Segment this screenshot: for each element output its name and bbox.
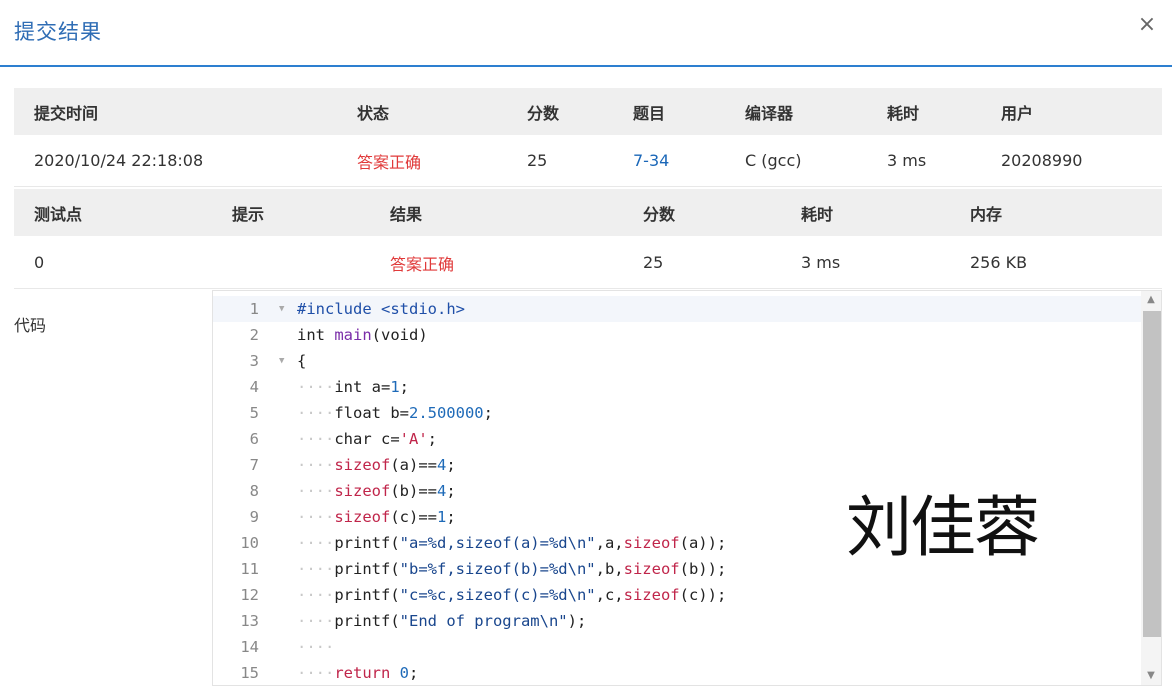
code-text: ····char c='A'; [297,430,437,448]
scrollbar-thumb[interactable] [1143,311,1161,637]
code-text: #include <stdio.h> [297,300,465,318]
line-number: 12 [240,586,259,604]
code-text: { [297,352,307,370]
test-result: 答案正确 [390,254,455,274]
watermark-text: 刘佳蓉 [846,489,1040,566]
code-text: ···· [297,638,335,656]
test-duration: 3 ms [801,253,841,272]
dialog-header: 提交结果 × [0,0,1172,67]
code-label: 代码 [14,316,47,335]
code-line[interactable]: 6 ····char c='A'; [213,426,1141,452]
close-icon[interactable]: × [1136,14,1158,36]
line-number: 4 [249,378,259,396]
col-test-id: 测试点 [34,204,83,224]
user-value: 20208990 [1001,151,1083,170]
line-number: 3 [249,352,259,370]
line-number: 15 [240,664,259,682]
line-number: 8 [249,482,259,500]
col-test-score: 分数 [643,204,676,224]
code-text: ····sizeof(b)==4; [297,482,456,500]
line-number: 6 [249,430,259,448]
code-line[interactable]: 4 ····int a=1; [213,374,1141,400]
code-text: ····sizeof(c)==1; [297,508,456,526]
submission-row: 2020/10/24 22:18:08 答案正确 25 7-34 C (gcc)… [14,135,1162,187]
code-text: ····sizeof(a)==4; [297,456,456,474]
line-number: 14 [240,638,259,656]
line-number: 13 [240,612,259,630]
code-text: ····printf("a=%d,sizeof(a)=%d\n",a,sizeo… [297,534,727,552]
col-result: 结果 [390,204,423,224]
code-line[interactable]: 2 int main(void) [213,322,1141,348]
problem-link[interactable]: 7-34 [633,135,669,186]
test-score: 25 [643,253,664,272]
line-number: 7 [249,456,259,474]
fold-arrow-icon[interactable]: ▼ [279,348,284,374]
code-line[interactable]: 12 ····printf("c=%c,sizeof(c)=%d\n",c,siz… [213,582,1141,608]
line-number: 5 [249,404,259,422]
line-number: 9 [249,508,259,526]
col-compiler: 编译器 [745,103,794,123]
code-line[interactable]: 1 ▼ #include <stdio.h> [213,296,1141,322]
code-line[interactable]: 13 ····printf("End of program\n"); [213,608,1141,634]
line-number: 2 [249,326,259,344]
compiler-value: C (gcc) [745,151,802,170]
col-submit-time: 提交时间 [34,103,99,123]
col-user: 用户 [1001,103,1034,123]
submit-time: 2020/10/24 22:18:08 [34,151,204,170]
dialog-title: 提交结果 [14,20,102,44]
code-text: ····float b=2.500000; [297,404,493,422]
duration-value: 3 ms [887,151,927,170]
test-memory: 256 KB [970,253,1028,272]
code-line[interactable]: 5 ····float b=2.500000; [213,400,1141,426]
code-line[interactable]: 15 ····return 0; [213,660,1141,685]
code-line[interactable]: 14 ···· [213,634,1141,660]
line-number: 1 [249,300,259,318]
col-problem: 题目 [633,103,666,123]
submission-header-row: 提交时间 状态 分数 题目 编译器 耗时 用户 [14,88,1162,135]
test-row: 0 答案正确 25 3 ms 256 KB [14,237,1162,289]
scroll-up-icon[interactable]: ▲ [1141,291,1161,309]
col-hint: 提示 [232,204,265,224]
col-memory: 内存 [970,204,1003,224]
col-test-duration: 耗时 [801,204,834,224]
line-number: 11 [240,560,259,578]
code-line[interactable]: 3 ▼ { [213,348,1141,374]
status-badge: 答案正确 [357,152,422,172]
line-number: 10 [240,534,259,552]
col-status: 状态 [357,103,390,123]
tests-header-row: 测试点 提示 结果 分数 耗时 内存 [14,189,1162,236]
vertical-scrollbar[interactable]: ▲ ▼ [1141,291,1161,685]
code-text: ····return 0; [297,664,419,682]
code-text: ····int a=1; [297,378,410,396]
fold-arrow-icon[interactable]: ▼ [279,296,284,322]
score-value: 25 [527,151,548,170]
code-text: ····printf("b=%f,sizeof(b)=%d\n",b,sizeo… [297,560,727,578]
scroll-down-icon[interactable]: ▼ [1141,667,1161,685]
code-text: ····printf("End of program\n"); [297,612,587,630]
col-duration: 耗时 [887,103,920,123]
code-text: ····printf("c=%c,sizeof(c)=%d\n",c,sizeo… [297,586,727,604]
col-score: 分数 [527,103,560,123]
code-text: int main(void) [297,326,428,344]
test-id: 0 [34,253,45,272]
